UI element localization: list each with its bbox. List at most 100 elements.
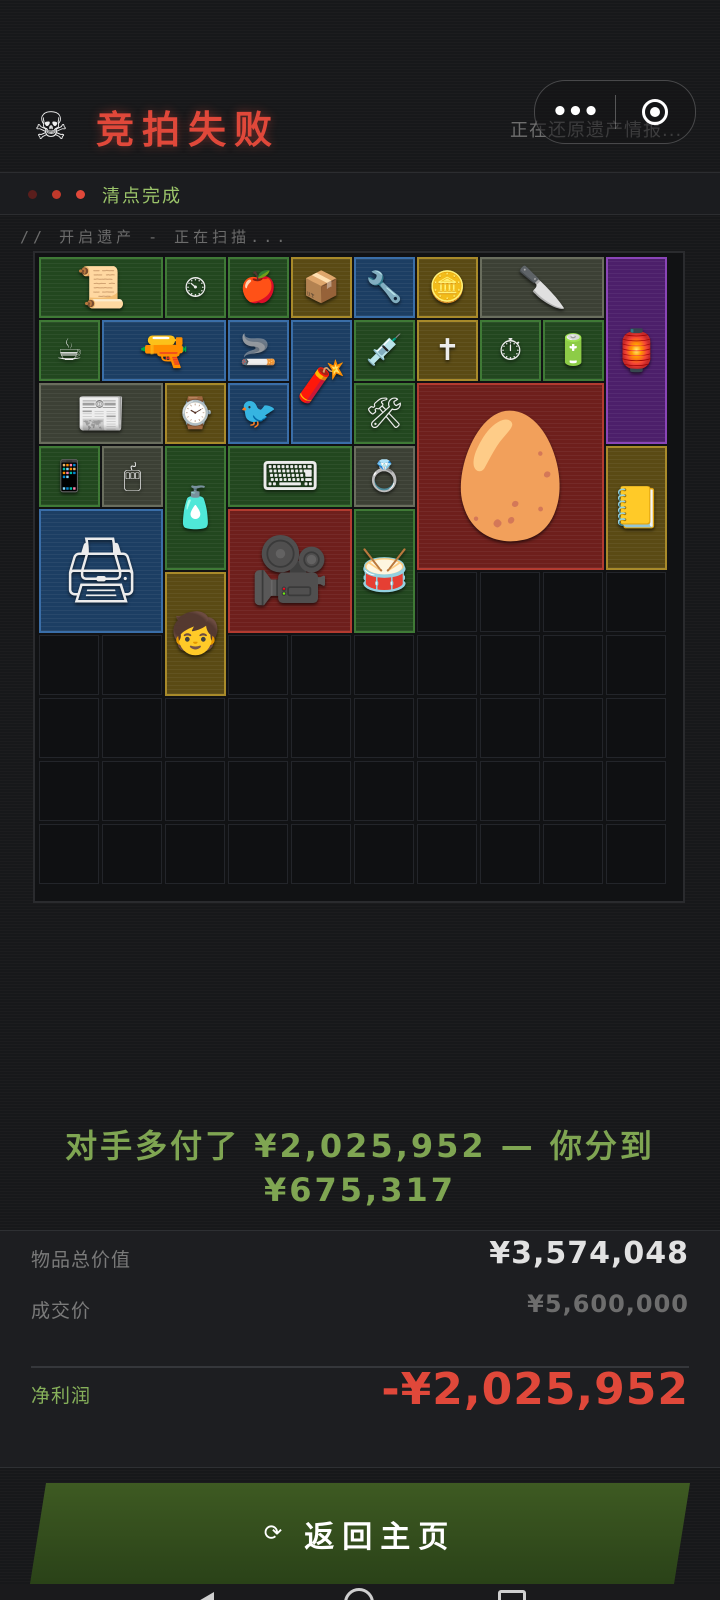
- inventory-item-medicine-vial[interactable]: 💉: [354, 320, 415, 381]
- inventory-item-boy-figurine[interactable]: 🧒: [165, 572, 226, 696]
- inventory-item-computer-mouse[interactable]: 🖱: [102, 446, 163, 507]
- inventory-item-newspaper[interactable]: 📰: [39, 383, 163, 444]
- inventory-cell: [228, 824, 288, 884]
- inventory-item-pliers[interactable]: 🛠: [354, 383, 415, 444]
- status-dot: [76, 190, 85, 199]
- nav-recent-icon[interactable]: [498, 1590, 526, 1600]
- inventory-cell: [165, 698, 225, 758]
- inventory-item-batteries[interactable]: 🔋: [543, 320, 604, 381]
- inventory-cell: [354, 635, 414, 695]
- inventory-item-multitool[interactable]: 🔧: [354, 257, 415, 318]
- inventory-item-device-box[interactable]: 📦: [291, 257, 352, 318]
- inventory-item-gold-cross[interactable]: ✝: [417, 320, 478, 381]
- inventory-item-smart-device[interactable]: 🖨: [39, 509, 163, 633]
- jewelry-box-icon: 💍: [365, 458, 404, 494]
- deal-price-label: 成交价: [31, 1300, 92, 1322]
- gold-coin-icon: 🪙: [428, 269, 467, 305]
- device-box-icon: 📦: [302, 269, 341, 305]
- inventory-cell: [291, 635, 351, 695]
- result-header: ☠ 竞拍失败: [28, 100, 280, 152]
- inventory-cell: [417, 635, 477, 695]
- target-icon[interactable]: [616, 99, 694, 125]
- nav-home-icon[interactable]: [344, 1588, 374, 1600]
- inventory-item-rifle-parts[interactable]: 🔫: [102, 320, 226, 381]
- inventory-cell: [606, 698, 666, 758]
- inventory-cell: [165, 824, 225, 884]
- inventory-item-gauge-small[interactable]: ⏱: [480, 320, 541, 381]
- djembe-drum-icon: 🥁: [359, 548, 410, 594]
- inventory-item-leather-journal[interactable]: 📒: [606, 446, 667, 570]
- refresh-icon: ⟳: [263, 1521, 283, 1546]
- inventory-cell: [102, 698, 162, 758]
- keyboard-icon: ⌨: [261, 453, 319, 500]
- inventory-cell: [543, 572, 603, 632]
- inventory-cell: [606, 761, 666, 821]
- summary-line-2: ¥675,317: [263, 1171, 456, 1209]
- inventory-item-pressure-gauge[interactable]: ⏲: [165, 257, 226, 318]
- inventory-cell: [480, 698, 540, 758]
- inventory-cell: [354, 698, 414, 758]
- total-value: ¥3,574,048: [489, 1236, 689, 1271]
- inventory-item-jewelry-box[interactable]: 💍: [354, 446, 415, 507]
- inventory-cell: [417, 761, 477, 821]
- batteries-icon: 🔋: [554, 332, 593, 368]
- inventory-item-apple[interactable]: 🍎: [228, 257, 289, 318]
- inventory-cell: [480, 572, 540, 632]
- system-nav-bar: [0, 1584, 720, 1600]
- inventory-item-pocket-watch[interactable]: ⌚: [165, 383, 226, 444]
- inventory-item-cigarette-box[interactable]: 🚬: [228, 320, 289, 381]
- lantern-icon: 🏮: [611, 327, 662, 374]
- inventory-item-keyboard[interactable]: ⌨: [228, 446, 352, 507]
- ammo-box-icon: 🧨: [296, 359, 347, 405]
- utility-knife-icon: 🔪: [517, 264, 567, 311]
- old-letter-icon: 📜: [76, 264, 126, 311]
- more-dots-icon[interactable]: •••: [535, 97, 615, 127]
- page-title: 竞拍失败: [96, 107, 281, 152]
- inventory-item-gold-coin[interactable]: 🪙: [417, 257, 478, 318]
- inventory-item-spray-can[interactable]: 🧴: [165, 446, 226, 570]
- inventory-cell: [543, 824, 603, 884]
- inventory-item-bird-figure[interactable]: 🐦: [228, 383, 289, 444]
- back-home-label: 返回主页: [304, 1519, 457, 1555]
- inventory-item-jeweled-egg[interactable]: 🥚: [417, 383, 604, 570]
- net-profit-value: -¥2,025,952: [381, 1364, 689, 1415]
- inventory-item-lantern[interactable]: 🏮: [606, 257, 667, 444]
- inventory-cell: [417, 698, 477, 758]
- inventory-item-ammo-box[interactable]: 🧨: [291, 320, 352, 444]
- inventory-item-djembe-drum[interactable]: 🥁: [354, 509, 415, 633]
- result-summary: 对手多付了 ¥2,025,952 — 你分到 ¥675,317: [0, 1124, 720, 1212]
- video-camera-icon: 🎥: [250, 534, 330, 608]
- inventory-cell: [543, 698, 603, 758]
- nav-back-icon[interactable]: [190, 1592, 214, 1600]
- gold-cross-icon: ✝: [434, 332, 461, 368]
- inventory-item-coffee-jar[interactable]: ☕: [39, 320, 100, 381]
- smart-device-icon: 🖨: [60, 534, 142, 608]
- inventory-item-utility-knife[interactable]: 🔪: [480, 257, 604, 318]
- inventory-item-video-camera[interactable]: 🎥: [228, 509, 352, 633]
- rifle-parts-icon: 🔫: [139, 327, 189, 374]
- inventory-cell: [417, 572, 477, 632]
- inventory-cell: [39, 824, 99, 884]
- inventory-cell: [606, 635, 666, 695]
- inventory-cell: [606, 824, 666, 884]
- inventory-cell: [102, 635, 162, 695]
- pressure-gauge-icon: ⏲: [183, 269, 208, 305]
- inventory-cell: [291, 698, 351, 758]
- multitool-icon: 🔧: [365, 269, 404, 305]
- inventory-cell: [39, 635, 99, 695]
- inventory-cell: [606, 572, 666, 632]
- inventory-item-old-letter[interactable]: 📜: [39, 257, 163, 318]
- boy-figurine-icon: 🧒: [170, 611, 221, 657]
- inventory-item-phone-battery[interactable]: 📱: [39, 446, 100, 507]
- newspaper-icon: 📰: [76, 390, 126, 437]
- status-text: 清点完成: [102, 186, 182, 207]
- inventory-cell: [543, 761, 603, 821]
- inventory-cell: [291, 761, 351, 821]
- summary-line-1: 对手多付了 ¥2,025,952 — 你分到: [65, 1127, 655, 1165]
- phone-battery-icon: 📱: [50, 458, 89, 494]
- computer-mouse-icon: 🖱: [123, 458, 142, 494]
- back-home-button[interactable]: ⟳ 返回主页: [30, 1483, 690, 1584]
- status-dot: [52, 190, 61, 199]
- inventory-cell: [354, 761, 414, 821]
- scan-line-text: // 开启遗产 - 正在扫描...: [20, 228, 290, 246]
